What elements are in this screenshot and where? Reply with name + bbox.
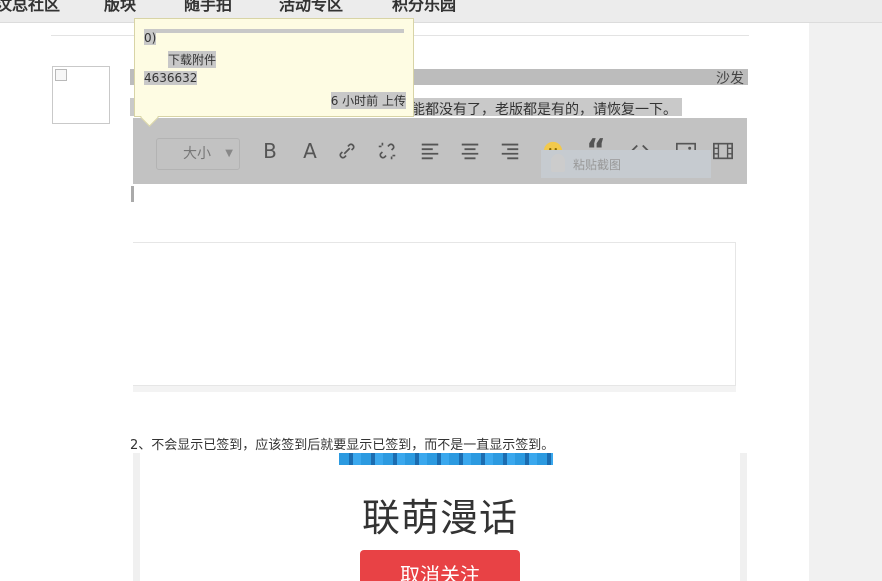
banner-art xyxy=(339,453,553,465)
align-left-icon[interactable] xyxy=(417,138,443,164)
paste-screenshot-label: 粘贴截图 xyxy=(573,158,622,172)
bold-icon[interactable]: B xyxy=(257,138,283,164)
screenshot-canvas: 联萌漫话 取消关注 xyxy=(140,453,740,581)
tooltip-paren: 0) xyxy=(144,31,157,45)
font-color-icon[interactable]: A xyxy=(297,138,323,164)
text-cursor xyxy=(131,186,134,202)
broken-image-icon xyxy=(55,69,67,81)
screenshot-title: 联萌漫话 xyxy=(361,496,518,540)
nav-item-snapshots[interactable]: 随手拍 xyxy=(184,0,232,15)
pin-icon xyxy=(551,154,565,172)
avatar[interactable] xyxy=(52,66,110,124)
post-note-2: 2、不会显示已签到，应该签到后就要显示已签到，而不是一直显示签到。 xyxy=(130,438,555,453)
top-navigation: 汶总社区 版块 随手拍 活动专区 积分乐园 xyxy=(0,0,882,23)
attachment-tooltip: 0) 下载附件 4636632 6 小时前 上传 xyxy=(134,18,414,127)
tooltip-filename-highlight xyxy=(144,29,404,33)
unfollow-button: 取消关注 xyxy=(360,550,520,581)
align-right-icon[interactable] xyxy=(497,138,523,164)
editor-toolbar: 大小 ▼ B A “ 粘贴截图 xyxy=(133,118,747,184)
post-snippet: 能都没有了，老版都是有的，请恢复一下。 xyxy=(411,102,677,118)
floor-label: 沙发 xyxy=(716,71,744,87)
link-icon[interactable] xyxy=(334,138,360,164)
paste-screenshot-hint[interactable]: 粘贴截图 xyxy=(541,150,711,178)
embedded-screenshot: 联萌漫话 取消关注 xyxy=(133,453,747,581)
video-icon[interactable] xyxy=(710,138,736,164)
nav-item-forums[interactable]: 版块 xyxy=(104,0,136,15)
right-gutter xyxy=(809,23,882,581)
download-attachment-link[interactable]: 下载附件 xyxy=(168,51,217,68)
font-size-select[interactable]: 大小 ▼ xyxy=(156,138,240,170)
nav-item-community[interactable]: 汶总社区 xyxy=(0,0,60,15)
nav-item-points-park[interactable]: 积分乐园 xyxy=(392,0,456,15)
unlink-icon[interactable] xyxy=(374,138,400,164)
editor-textarea[interactable] xyxy=(133,242,736,386)
align-center-icon[interactable] xyxy=(457,138,483,164)
chevron-down-icon: ▼ xyxy=(225,148,233,159)
upload-time: 6 小时前 上传 xyxy=(330,92,406,109)
editor-resize-bar[interactable] xyxy=(133,386,736,392)
file-size: 4636632 xyxy=(144,71,198,85)
nav-item-events[interactable]: 活动专区 xyxy=(279,0,343,15)
font-size-value: 大小 xyxy=(183,146,211,162)
